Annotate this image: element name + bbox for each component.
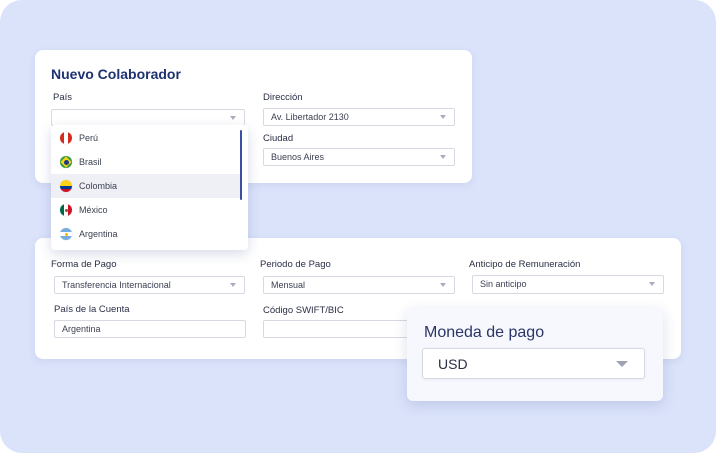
country-option-label: México: [79, 205, 108, 215]
chevron-down-icon: [616, 361, 628, 367]
country-option-peru[interactable]: Perú: [51, 126, 241, 150]
country-dropdown: Perú Brasil Colombia México Argentina: [51, 125, 248, 250]
argentina-flag-icon: [60, 228, 72, 240]
chevron-down-icon: [440, 115, 446, 119]
country-select[interactable]: [51, 109, 245, 126]
swift-label: Código SWIFT/BIC: [263, 305, 344, 316]
country-option-brasil[interactable]: Brasil: [51, 150, 241, 174]
payment-period-select[interactable]: Mensual: [263, 276, 455, 294]
country-option-label: Argentina: [79, 229, 118, 239]
address-label: Dirección: [263, 92, 303, 103]
currency-card: Moneda de pago USD: [407, 308, 663, 401]
chevron-down-icon: [230, 116, 236, 120]
mexico-flag-icon: [60, 204, 72, 216]
dropdown-scrollbar[interactable]: [240, 130, 242, 200]
peru-flag-icon: [60, 132, 72, 144]
account-country-value: Argentina: [62, 324, 101, 334]
city-label: Ciudad: [263, 133, 294, 144]
payment-period-value: Mensual: [271, 280, 306, 290]
country-label: País: [53, 92, 73, 103]
account-country-label: País de la Cuenta: [54, 304, 130, 315]
city-select[interactable]: Buenos Aires: [263, 148, 455, 166]
country-option-label: Brasil: [79, 157, 102, 167]
country-option-mexico[interactable]: México: [51, 198, 241, 222]
chevron-down-icon: [649, 282, 655, 286]
advance-label: Anticipo de Remuneración: [469, 259, 581, 270]
colombia-flag-icon: [60, 180, 72, 192]
payment-method-value: Transferencia Internacional: [62, 280, 171, 290]
chevron-down-icon: [440, 283, 446, 287]
swift-input[interactable]: [263, 320, 413, 338]
city-value: Buenos Aires: [271, 152, 325, 162]
payment-period-label: Periodo de Pago: [260, 259, 331, 270]
country-option-label: Colombia: [79, 181, 118, 191]
account-country-input[interactable]: Argentina: [54, 320, 246, 338]
form-title: Nuevo Colaborador: [51, 66, 181, 82]
chevron-down-icon: [440, 155, 446, 159]
advance-value: Sin anticipo: [480, 279, 527, 289]
payment-method-label: Forma de Pago: [51, 259, 117, 270]
currency-label: Moneda de pago: [424, 324, 545, 341]
currency-select[interactable]: USD: [422, 348, 645, 379]
country-option-argentina[interactable]: Argentina: [51, 222, 241, 246]
chevron-down-icon: [230, 283, 236, 287]
brazil-flag-icon: [60, 156, 72, 168]
advance-select[interactable]: Sin anticipo: [472, 275, 664, 294]
canvas: Nuevo Colaborador País Dirección Av. Lib…: [0, 0, 716, 453]
payment-method-select[interactable]: Transferencia Internacional: [54, 276, 245, 294]
address-value: Av. Libertador 2130: [271, 112, 349, 122]
country-option-colombia[interactable]: Colombia: [51, 174, 241, 198]
currency-value: USD: [438, 356, 468, 372]
country-option-label: Perú: [79, 133, 99, 143]
address-select[interactable]: Av. Libertador 2130: [263, 108, 455, 126]
